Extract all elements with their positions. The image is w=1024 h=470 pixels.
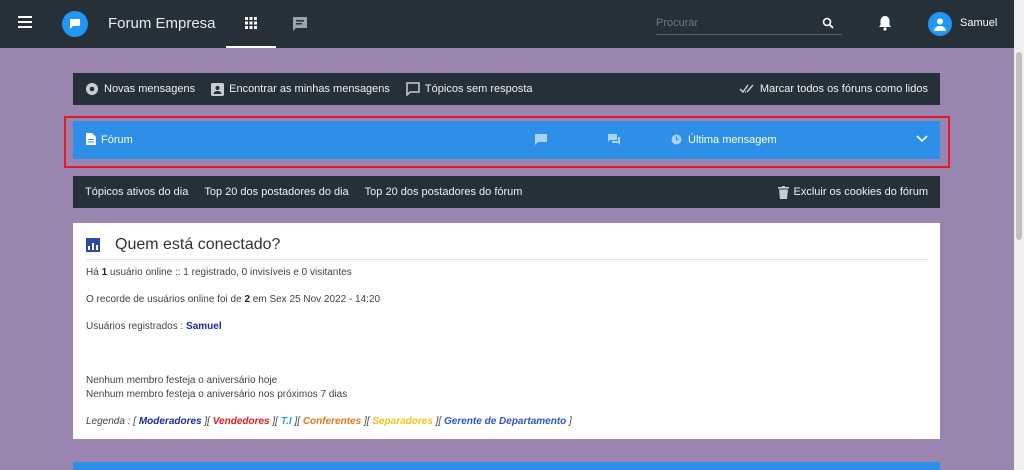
legend-group-separadores[interactable]: Separadores bbox=[372, 416, 433, 427]
posts-count-icon bbox=[608, 134, 620, 148]
legend-group-ti[interactable]: T.I bbox=[281, 416, 292, 427]
active-topics-link[interactable]: Tópicos ativos do dia bbox=[85, 186, 188, 198]
record-users-line: O recorde de usuários online foi de 2 em… bbox=[86, 294, 380, 305]
top-posters-forum-link[interactable]: Top 20 dos postadores do fórum bbox=[365, 186, 523, 198]
gear-icon bbox=[86, 83, 98, 95]
forum-category-header[interactable]: Fórum Última mensagem bbox=[73, 121, 940, 159]
delete-cookies-label: Excluir os cookies do fórum bbox=[793, 186, 929, 198]
messages-icon[interactable] bbox=[292, 16, 308, 35]
apps-grid-icon[interactable] bbox=[226, 0, 276, 48]
panel-title: Quem está conectado? bbox=[115, 236, 281, 253]
search-icon[interactable] bbox=[822, 17, 834, 32]
username-label[interactable]: Samuel bbox=[960, 17, 997, 29]
user-card-icon bbox=[211, 82, 225, 96]
hamburger-menu-icon[interactable] bbox=[18, 16, 32, 30]
user-avatar[interactable] bbox=[928, 12, 952, 36]
legend-group-gerente[interactable]: Gerente de Departamento bbox=[444, 416, 566, 427]
birthday-today-line: Nenhum membro festeja o aniversário hoje bbox=[86, 375, 278, 386]
birthday-week-line: Nenhum membro festeja o aniversário nos … bbox=[86, 389, 348, 400]
forum-actions-bar: Novas mensagens Encontrar as minhas mens… bbox=[73, 73, 940, 105]
new-messages-label: Novas mensagens bbox=[104, 83, 196, 95]
legend-label: Legenda : [ bbox=[86, 416, 139, 427]
chat-bubble-icon bbox=[406, 82, 420, 96]
online-text-prefix: Há bbox=[86, 267, 102, 278]
top-navbar: Forum Empresa Samuel bbox=[0, 0, 1014, 48]
chevron-down-icon[interactable] bbox=[916, 134, 928, 146]
page-scrollbar[interactable] bbox=[1014, 0, 1024, 470]
last-post-column-label: Última mensagem bbox=[688, 134, 777, 146]
top-posters-day-link[interactable]: Top 20 dos postadores do dia bbox=[204, 186, 348, 198]
registered-users-label: Usuários registrados : bbox=[86, 321, 187, 332]
mark-all-read-label: Marcar todos os fóruns como lidos bbox=[759, 83, 928, 95]
online-text-suffix: usuário online :: 1 registrado, 0 invisí… bbox=[107, 267, 352, 278]
forum-stats-bar: Tópicos ativos do dia Top 20 dos postado… bbox=[73, 176, 940, 208]
delete-cookies-link[interactable]: Excluir os cookies do fórum bbox=[777, 185, 929, 199]
legend-group-vendedores[interactable]: Vendedores bbox=[213, 416, 270, 427]
online-users-line: Há 1 usuário online :: 1 registrado, 0 i… bbox=[86, 267, 352, 278]
who-is-online-panel: Quem está conectado? Há 1 usuário online… bbox=[73, 223, 940, 439]
double-check-icon bbox=[739, 84, 754, 94]
search-box bbox=[656, 13, 842, 35]
panel-divider bbox=[86, 259, 928, 260]
next-section-header bbox=[73, 462, 940, 470]
legend-group-conferentes[interactable]: Conferentes bbox=[303, 416, 361, 427]
document-icon bbox=[86, 133, 96, 148]
top-posters-forum-label: Top 20 dos postadores do fórum bbox=[364, 186, 523, 198]
site-title[interactable]: Forum Empresa bbox=[108, 15, 216, 32]
unanswered-topics-link[interactable]: Tópicos sem resposta bbox=[406, 82, 533, 96]
record-text-suffix: em Sex 25 Nov 2022 - 14:20 bbox=[250, 294, 381, 305]
trash-icon bbox=[777, 185, 789, 199]
top-posters-day-label: Top 20 dos postadores do dia bbox=[204, 186, 349, 198]
scrollbar-thumb[interactable] bbox=[1016, 52, 1022, 240]
active-topics-label: Tópicos ativos do dia bbox=[85, 186, 189, 198]
clock-icon bbox=[671, 134, 682, 148]
find-my-messages-label: Encontrar as minhas mensagens bbox=[229, 83, 390, 95]
notifications-bell-icon[interactable] bbox=[878, 15, 892, 34]
forum-logo-icon[interactable] bbox=[62, 11, 88, 37]
bar-chart-icon bbox=[86, 238, 100, 252]
find-my-messages-link[interactable]: Encontrar as minhas mensagens bbox=[211, 82, 390, 96]
registered-user-link[interactable]: Samuel bbox=[186, 321, 222, 332]
search-input[interactable] bbox=[656, 13, 806, 29]
unanswered-topics-label: Tópicos sem resposta bbox=[424, 83, 533, 95]
forum-column-label: Fórum bbox=[101, 134, 133, 146]
legend-group-moderadores[interactable]: Moderadores bbox=[139, 416, 202, 427]
group-legend: Legenda : [ Moderadores ][ Vendedores ][… bbox=[86, 416, 572, 427]
topics-count-icon bbox=[535, 134, 547, 148]
panel-header: Quem está conectado? bbox=[86, 236, 280, 254]
registered-users-line: Usuários registrados : Samuel bbox=[86, 321, 222, 332]
new-messages-link[interactable]: Novas mensagens bbox=[85, 82, 195, 96]
mark-all-read-link[interactable]: Marcar todos os fóruns como lidos bbox=[739, 83, 928, 95]
record-text-prefix: O recorde de usuários online foi de bbox=[86, 294, 245, 305]
